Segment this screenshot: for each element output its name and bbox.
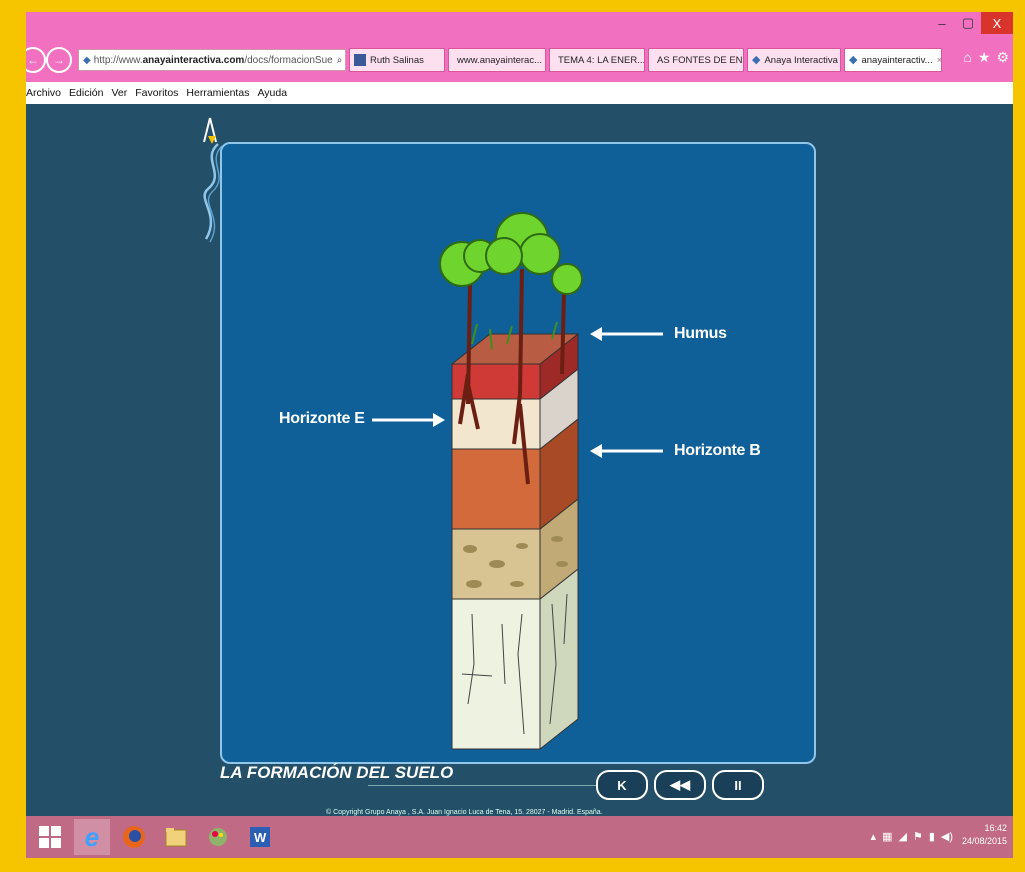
network-icon[interactable]: ▦ (882, 830, 892, 843)
menu-edicion[interactable]: Edición (69, 87, 103, 99)
signal-icon[interactable]: ◢ (898, 830, 906, 843)
flag-icon[interactable]: ⚑ (913, 830, 923, 843)
toolbar-icons: ⌂ ★ ⚙ (963, 49, 1009, 66)
clock-date: 24/08/2015 (961, 836, 1007, 846)
minimize-button[interactable]: – (929, 12, 955, 34)
settings-gear-icon[interactable]: ⚙ (996, 49, 1009, 66)
tab-as-fontes[interactable]: AS FONTES DE EN... (648, 48, 744, 72)
browser-chrome: – ▢ X ← → ◆ http://www. anayainteractiva.… (26, 12, 1013, 82)
animation-stage: Humus Horizonte E Horizonte B (220, 142, 816, 764)
screen: – ▢ X ← → ◆ http://www. anayainteractiva.… (26, 12, 1013, 858)
address-bar[interactable]: ◆ http://www. anayainteractiva.com/docs/f… (78, 49, 346, 71)
facebook-icon (354, 54, 366, 66)
humus-arrow (590, 327, 663, 341)
address-path: /docs/formacionSue (244, 54, 333, 66)
tab-anaya-interactiva[interactable]: ◆ Anaya Interactiva (747, 48, 841, 72)
show-hidden-icons-icon[interactable]: ▴ (871, 830, 877, 843)
playback-controls: K ◀◀ II (596, 770, 764, 800)
tab-label: TEMA 4: LA ENER... (558, 54, 645, 66)
start-windows-icon[interactable] (32, 819, 68, 855)
site-icon: ◆ (83, 54, 91, 66)
tab-label: anayainteractiv... (861, 54, 933, 66)
title-underline (368, 785, 608, 786)
navigation-row: ← → ◆ http://www. anayainteractiva.com/do… (26, 43, 1013, 77)
page-title: LA FORMACIÓN DEL SUELO (220, 763, 454, 782)
forward-button[interactable]: → (46, 47, 72, 73)
menu-bar: Archivo Edición Ver Favoritos Herramient… (26, 82, 1013, 104)
system-tray: ▴ ▦ ◢ ⚑ ▮ ◀) (871, 830, 953, 843)
paint-icon[interactable] (200, 819, 236, 855)
home-icon[interactable]: ⌂ (963, 49, 971, 66)
internet-explorer-icon[interactable]: e (74, 819, 110, 855)
rewind-to-start-button[interactable]: K (596, 770, 648, 800)
battery-icon[interactable]: ▮ (929, 830, 935, 843)
tab-label: www.anayainterac... (457, 54, 543, 66)
humus-label: Humus (674, 325, 727, 342)
window-controls: – ▢ X (929, 12, 1013, 38)
menu-archivo[interactable]: Archivo (26, 87, 61, 99)
taskbar: e W ▴ ▦ ◢ ⚑ ▮ ◀) 16:42 24/08/2015 (26, 816, 1013, 858)
forward-arrow-icon: → (53, 53, 65, 67)
menu-herramientas[interactable]: Herramientas (186, 87, 249, 99)
address-buttons[interactable]: ⌕ ▾ C (337, 55, 345, 66)
menu-ver[interactable]: Ver (111, 87, 127, 99)
horizonte-b-label: Horizonte B (674, 442, 761, 459)
page-content: Humus Horizonte E Horizonte B LA FORMACI… (26, 104, 1013, 816)
tab-label: Ruth Salinas (370, 54, 424, 66)
back-button[interactable]: ← (26, 47, 46, 73)
favorites-star-icon[interactable]: ★ (978, 49, 991, 66)
tab-label: Anaya Interactiva (764, 54, 838, 66)
svg-text:W: W (254, 830, 267, 845)
horizonte-e-label: Horizonte E (279, 410, 365, 427)
horizonte-b-arrow (590, 444, 663, 458)
back-arrow-icon: ← (27, 53, 39, 67)
address-domain: anayainteractiva.com (142, 54, 245, 66)
menu-ayuda[interactable]: Ayuda (257, 87, 287, 99)
rewind-button[interactable]: ◀◀ (654, 770, 706, 800)
copyright-text: © Copyright Grupo Anaya , S.A. Juan Igna… (326, 809, 603, 816)
volume-icon[interactable]: ◀) (941, 830, 953, 843)
tab-tema-4[interactable]: TEMA 4: LA ENER... (549, 48, 645, 72)
tab-ruth-salinas[interactable]: Ruth Salinas (349, 48, 445, 72)
file-explorer-icon[interactable] (158, 819, 194, 855)
anaya-icon: ◆ (752, 54, 761, 66)
tab-close-icon[interactable]: × (937, 55, 941, 66)
clock[interactable]: 16:42 24/08/2015 (962, 822, 1007, 848)
anaya-icon: ◆ (849, 54, 858, 66)
menu-favoritos[interactable]: Favoritos (135, 87, 178, 99)
close-button[interactable]: X (981, 12, 1013, 34)
firefox-icon[interactable] (116, 819, 152, 855)
horizonte-e-arrow (372, 413, 445, 427)
word-icon[interactable]: W (242, 819, 278, 855)
address-prefix: http://www. (93, 54, 143, 66)
tab-anayainterac[interactable]: www.anayainterac... (448, 48, 546, 72)
clock-time: 16:42 (984, 823, 1007, 833)
maximize-button[interactable]: ▢ (955, 12, 981, 34)
tab-label: AS FONTES DE EN... (657, 54, 744, 66)
tab-anayainteractiv-active[interactable]: ◆ anayainteractiv... × (844, 48, 942, 72)
pause-button[interactable]: II (712, 770, 764, 800)
